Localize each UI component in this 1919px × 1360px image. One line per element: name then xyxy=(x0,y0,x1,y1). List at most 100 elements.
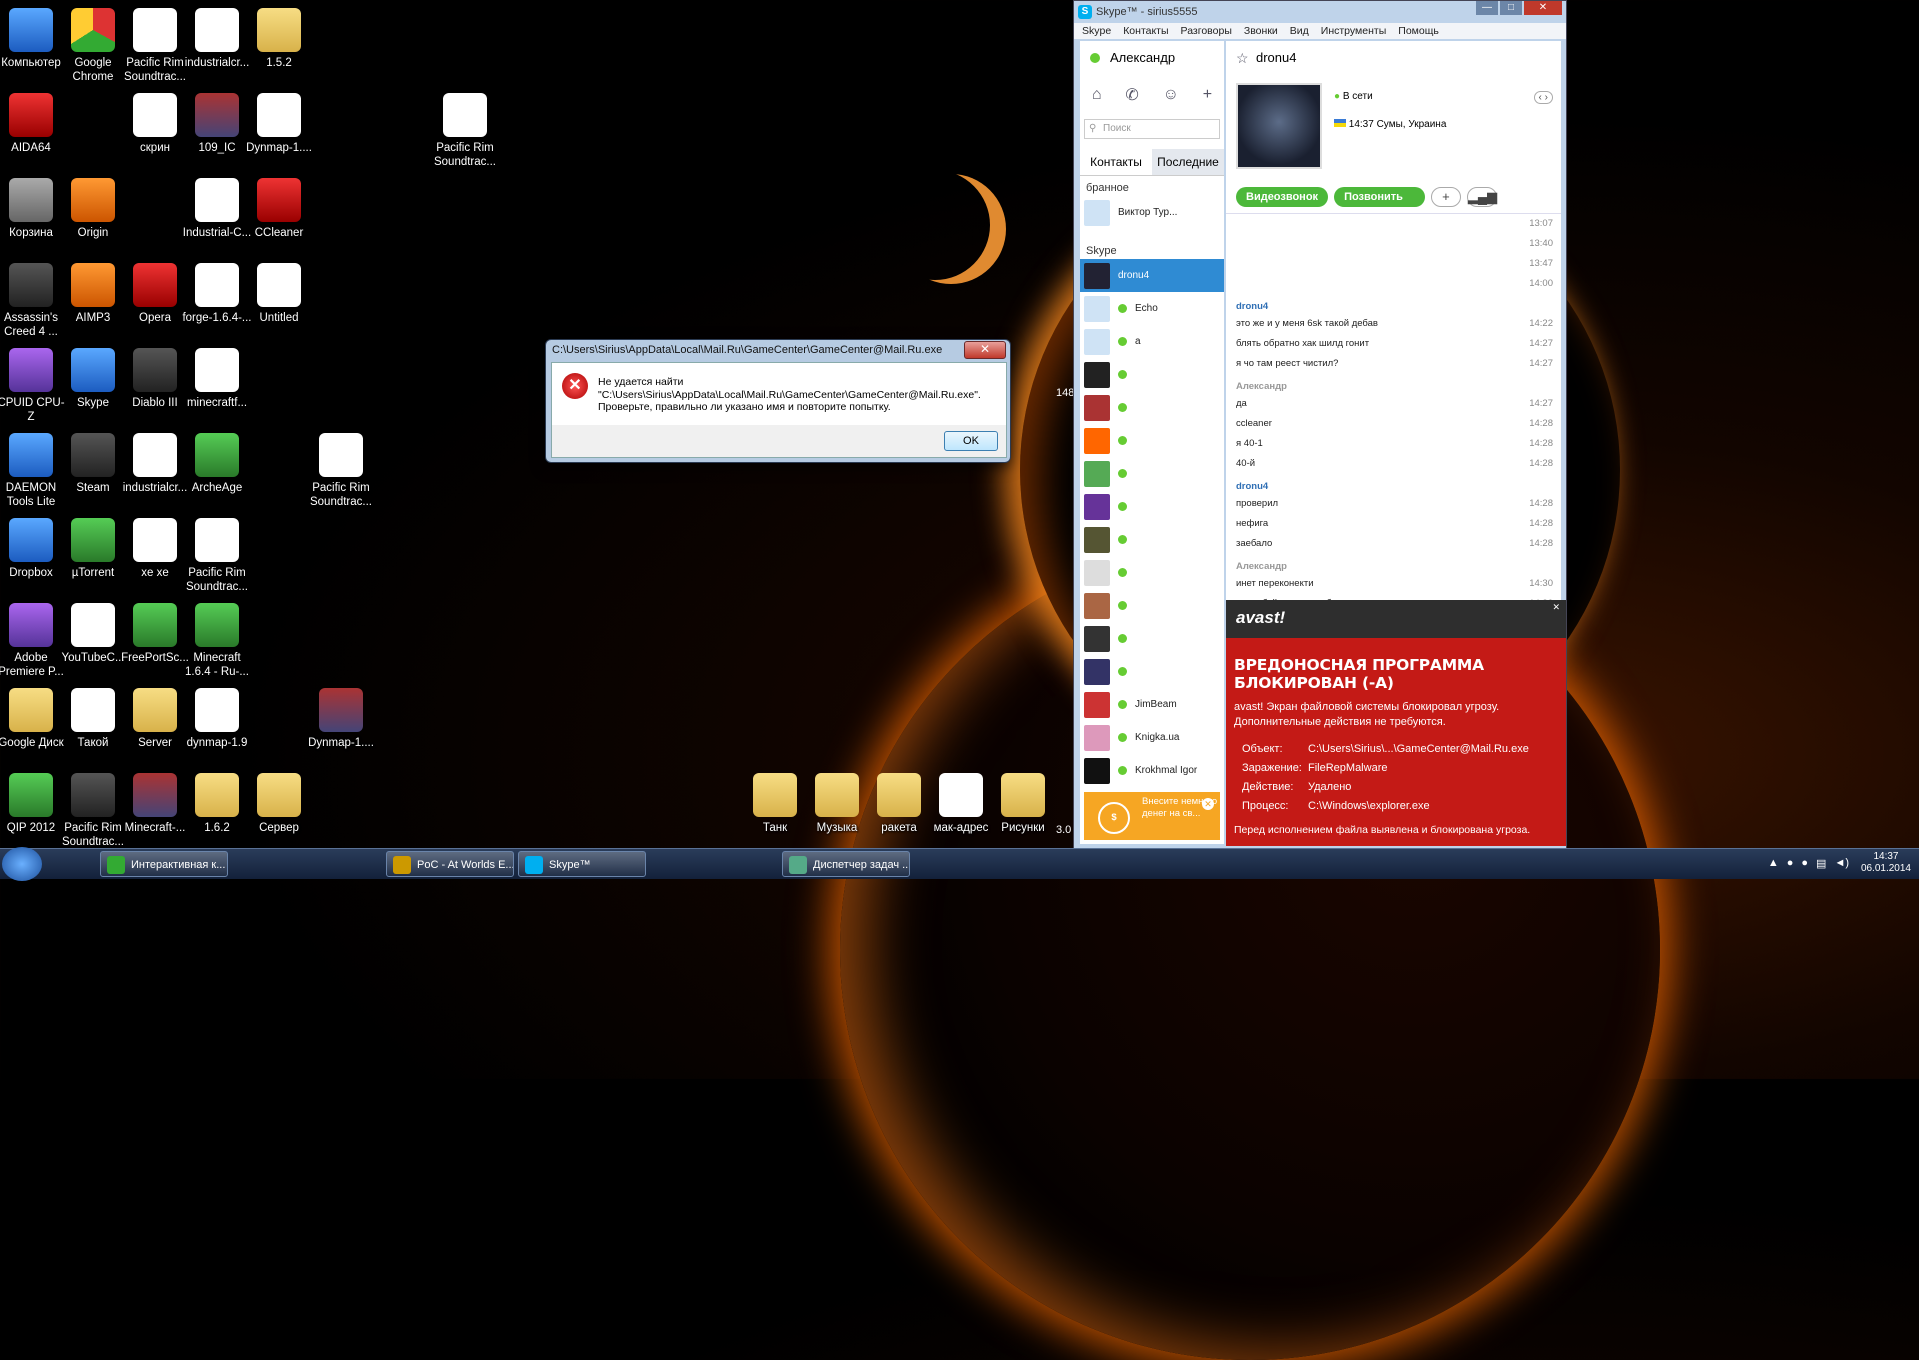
contact-item[interactable] xyxy=(1080,424,1224,457)
message-list: 13:07 13:40 13:47 14:00 dronu4 это же и у мен… xyxy=(1226,213,1561,634)
origin-icon xyxy=(71,178,115,222)
taskbar-button[interactable]: Skype™ xyxy=(518,851,646,877)
desktop-icon[interactable]: ArcheAge xyxy=(180,433,254,495)
phone-icon[interactable]: ✆ xyxy=(1125,85,1138,105)
tray-app-icon[interactable]: ● xyxy=(1787,857,1794,870)
menu-item[interactable]: Звонки xyxy=(1244,23,1278,39)
desktop-icon[interactable]: Рисунки xyxy=(986,773,1060,835)
menu-item[interactable]: Вид xyxy=(1290,23,1309,39)
desktop-icon[interactable]: Pacific Rim Soundtrac... xyxy=(180,518,254,594)
desktop-icon[interactable]: Untitled xyxy=(242,263,316,325)
contact-item[interactable] xyxy=(1080,556,1224,589)
taskbar-button[interactable]: PoC - At Worlds E... xyxy=(386,851,514,877)
desktop-icon[interactable]: minecraftf... xyxy=(180,348,254,410)
pinned-steam-icon[interactable] xyxy=(238,851,274,877)
contact-item[interactable]: a xyxy=(1080,325,1224,358)
tab-recent[interactable]: Последние xyxy=(1152,149,1224,175)
desktop-icon[interactable]: Origin xyxy=(56,178,130,240)
menu-item[interactable]: Помощь xyxy=(1398,23,1439,39)
tray-network-icon[interactable]: ▤ xyxy=(1816,857,1826,870)
my-profile[interactable]: Александр xyxy=(1080,41,1224,75)
tray-volume-icon[interactable]: ◄) xyxy=(1834,857,1849,870)
status-online-icon xyxy=(1090,53,1100,63)
dialog-close-button[interactable]: ✕ xyxy=(964,341,1006,359)
add-button[interactable]: + xyxy=(1430,187,1461,207)
desktop-icon[interactable]: Pacific Rim Soundtrac... xyxy=(428,93,502,169)
dropbox-icon xyxy=(9,518,53,562)
tab-contacts[interactable]: Контакты xyxy=(1080,149,1152,175)
message: 13:40 xyxy=(1226,234,1561,254)
skype-group-header[interactable]: Skype xyxy=(1080,239,1224,259)
desktop-icon[interactable]: 1.5.2 xyxy=(242,8,316,70)
favorite-contact[interactable]: Виктор Тур... xyxy=(1080,196,1224,229)
chat-header: ☆ dronu4 xyxy=(1226,41,1561,75)
avast-close-icon[interactable]: ✕ xyxy=(1552,602,1560,613)
start-button[interactable] xyxy=(2,847,42,881)
search-icon: ⚲ xyxy=(1089,123,1097,134)
avatar xyxy=(1084,526,1110,553)
desktop-icon[interactable]: Dynmap-1.... xyxy=(304,688,378,750)
contact-item[interactable] xyxy=(1080,490,1224,523)
dialog-message: Не удается найти "C:\Users\Sirius\AppDat… xyxy=(598,376,981,414)
pinned-app-icon[interactable] xyxy=(286,851,322,877)
message-time: 13:47 xyxy=(1529,258,1553,269)
contact-item[interactable] xyxy=(1080,391,1224,424)
group-icon[interactable]: ☺ xyxy=(1163,86,1179,104)
menu-item[interactable]: Разговоры xyxy=(1181,23,1232,39)
call-quality-icon[interactable]: ▂▄▆ xyxy=(1466,187,1497,207)
desktop-icon[interactable]: Minecraft 1.6.4 - Ru-... xyxy=(180,603,254,679)
tray-expand-icon[interactable]: ▲ xyxy=(1768,857,1779,870)
contact-item[interactable] xyxy=(1080,589,1224,622)
status-online-icon xyxy=(1118,469,1127,478)
tray-app-icon[interactable]: ● xyxy=(1801,857,1808,870)
desktop-stray-text: 3.0 xyxy=(1056,824,1072,836)
contact-item[interactable] xyxy=(1080,358,1224,391)
add-contact-icon[interactable]: + xyxy=(1203,86,1212,104)
contact-item[interactable] xyxy=(1080,457,1224,490)
message-text: блять обратно хак шилд гонит xyxy=(1236,338,1370,349)
video-call-button[interactable]: Видеозвонок xyxy=(1236,187,1329,207)
contact-item[interactable]: Knigka.ua xyxy=(1080,721,1224,754)
close-button[interactable]: ✕ xyxy=(1524,1,1562,15)
pinned-app[interactable] xyxy=(50,851,96,877)
taskbar-button[interactable]: Диспетчер задач ... xyxy=(782,851,910,877)
ok-button[interactable]: OK xyxy=(944,431,998,451)
contact-item[interactable] xyxy=(1080,655,1224,688)
menu-item[interactable]: Skype xyxy=(1082,23,1111,39)
profile-nav-arrows[interactable]: ‹ › xyxy=(1533,91,1553,104)
taskbar-button[interactable]: Интерактивная к... xyxy=(100,851,228,877)
message-author: dronu4 xyxy=(1236,301,1269,312)
favorite-star-icon[interactable]: ☆ xyxy=(1236,41,1249,75)
desktop-icon[interactable]: Сервер xyxy=(242,773,316,835)
promo-close-icon[interactable]: ✕ xyxy=(1202,798,1214,810)
menu-item[interactable]: Инструменты xyxy=(1321,23,1386,39)
contact-item[interactable] xyxy=(1080,622,1224,655)
call-button[interactable]: Позвонить xyxy=(1334,187,1425,207)
credit-promo[interactable]: $ Внесите немного денег на св... ✕ xyxy=(1084,792,1220,840)
contact-item[interactable] xyxy=(1080,523,1224,556)
archeage-icon xyxy=(393,856,411,874)
desktop-icon[interactable]: Dynmap-1.... xyxy=(242,93,316,155)
desktop-icon[interactable]: CCleaner xyxy=(242,178,316,240)
menu-item[interactable]: Контакты xyxy=(1123,23,1168,39)
desktop-icon[interactable]: Pacific Rim Soundtrac... xyxy=(304,433,378,509)
contact-item[interactable]: JimBeam xyxy=(1080,688,1224,721)
pinned-winrar-icon[interactable] xyxy=(340,851,376,877)
status-online-icon xyxy=(1118,733,1127,742)
minimize-button[interactable]: — xyxy=(1476,1,1498,15)
skype-menubar: Skype Контакты Разговоры Звонки Вид Инструмен… xyxy=(1074,23,1566,39)
home-icon[interactable]: ⌂ xyxy=(1092,86,1102,104)
message: 14:00 xyxy=(1226,274,1561,294)
contact-item[interactable]: Echo xyxy=(1080,292,1224,325)
maximize-button[interactable]: □ xyxy=(1500,1,1522,15)
search-input[interactable]: ⚲ Поиск xyxy=(1084,119,1220,139)
clock[interactable]: 14:37 06.01.2014 xyxy=(1861,851,1911,875)
desktop-icon[interactable]: dynmap-1.9 xyxy=(180,688,254,750)
status-online-icon xyxy=(1118,502,1127,511)
favorites-header[interactable]: бранное xyxy=(1080,176,1224,196)
avatar xyxy=(1084,460,1110,487)
contact-item[interactable]: Krokhmal Igor xyxy=(1080,754,1224,787)
message: заебало 14:28 xyxy=(1226,534,1561,554)
desktop-icon[interactable]: AIDA64 xyxy=(0,93,68,155)
contact-item[interactable]: dronu4 xyxy=(1080,259,1224,292)
